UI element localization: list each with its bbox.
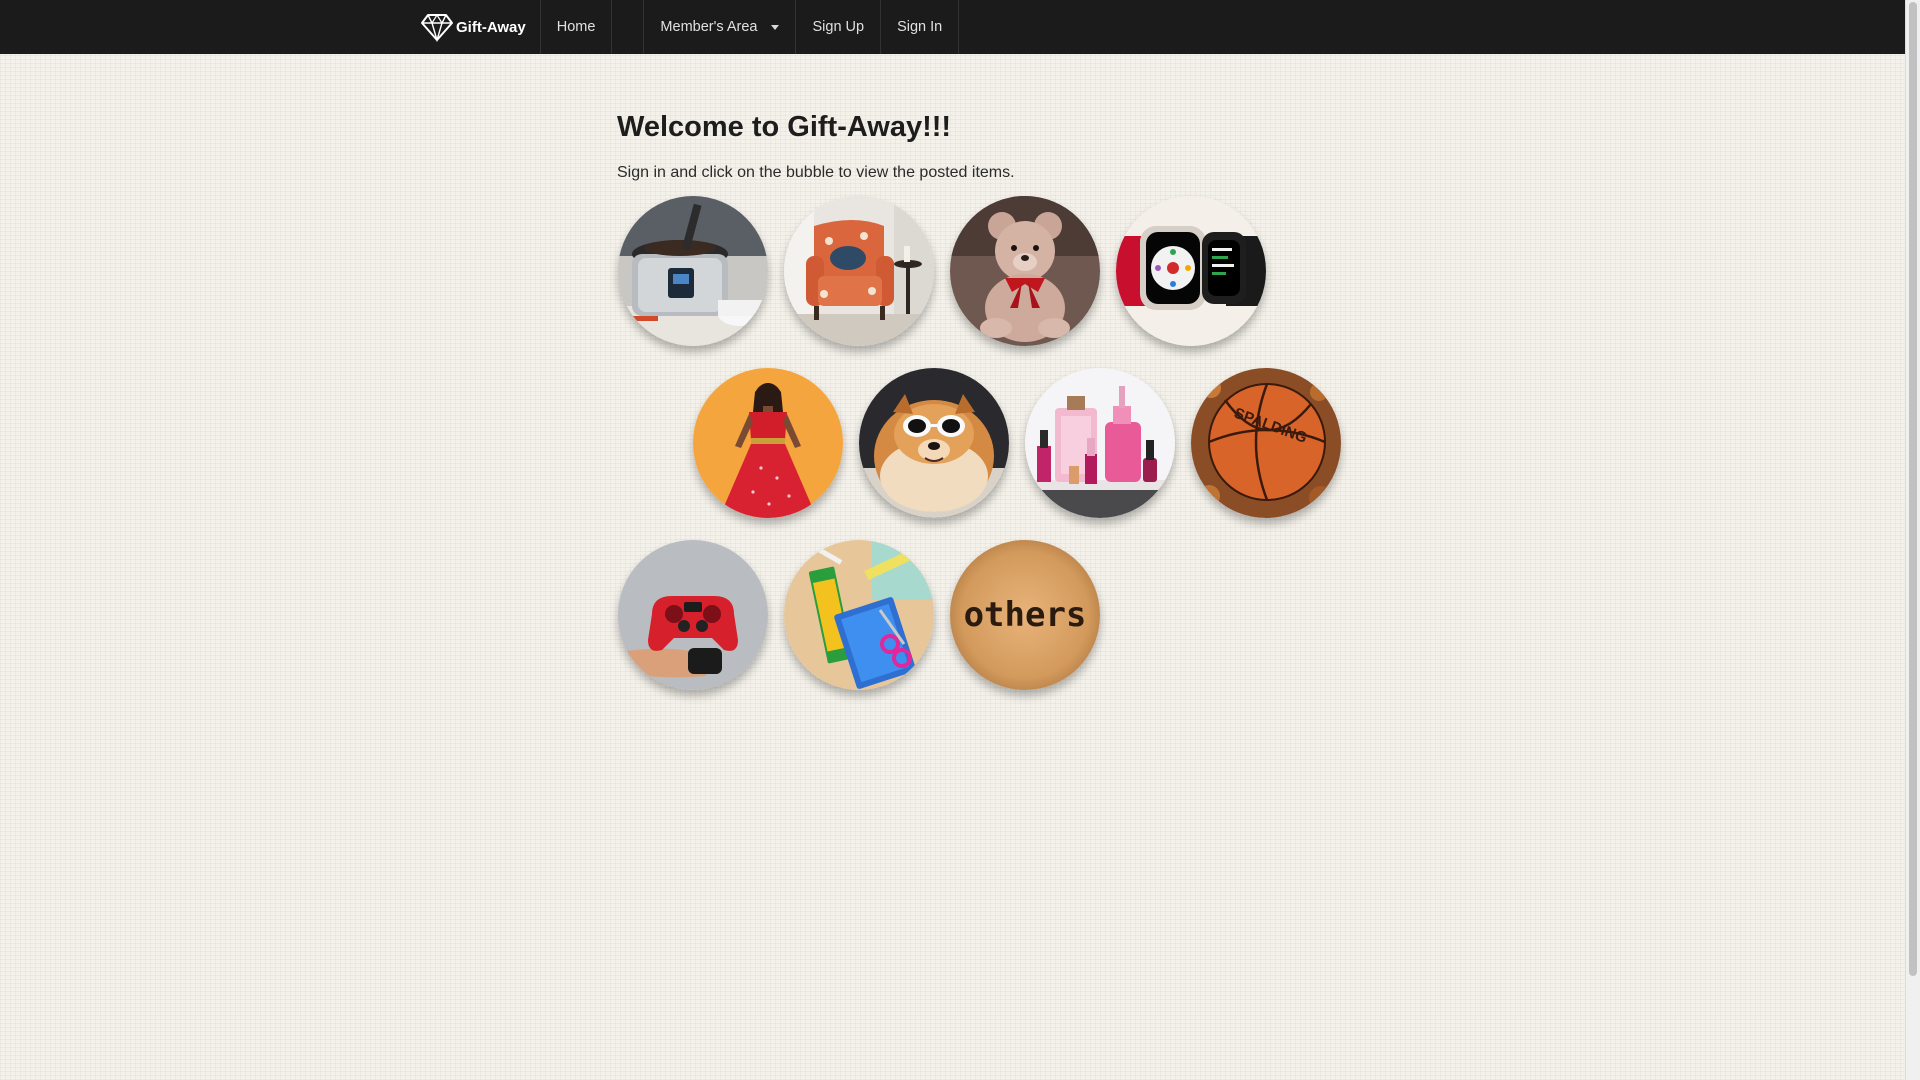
nav-members-area-label: Member's Area <box>660 19 758 35</box>
nav-home[interactable]: Home <box>541 0 613 54</box>
smartwatch-icon <box>1116 196 1266 346</box>
scrollbar-thumb[interactable] <box>1909 2 1917 976</box>
top-navbar: Gift-Away Home Member's Area Sign Up Sig… <box>0 0 1906 54</box>
bubble-armchair[interactable] <box>784 196 934 346</box>
nav-sign-up[interactable]: Sign Up <box>796 0 882 54</box>
game-controller-icon <box>618 540 768 690</box>
bubble-red-dress[interactable] <box>693 368 843 518</box>
bubble-basketball[interactable]: SPALDING <box>1191 368 1341 518</box>
brand-link[interactable]: Gift-Away <box>418 0 541 54</box>
nav-sign-in-label: Sign In <box>897 19 943 35</box>
pressure-cooker-icon <box>618 196 768 346</box>
main-content: Welcome to Gift-Away!!! Sign in and clic… <box>617 100 1337 192</box>
nav-sign-in[interactable]: Sign In <box>881 0 960 54</box>
bubble-dog[interactable] <box>859 368 1009 518</box>
nav-spacer <box>612 0 645 54</box>
nav-home-label: Home <box>556 19 596 35</box>
others-text: others <box>964 595 1087 635</box>
diamond-logo-icon <box>421 13 453 42</box>
nav-links: Gift-Away Home Member's Area Sign Up Sig… <box>418 0 960 54</box>
nav-sign-up-label: Sign Up <box>812 19 865 35</box>
bubble-school-supplies[interactable] <box>784 540 934 690</box>
red-dress-icon <box>693 368 843 518</box>
bubble-teddy-bear[interactable] <box>950 196 1100 346</box>
bubble-smartwatch[interactable] <box>1116 196 1266 346</box>
nav-members-area-dropdown[interactable]: Member's Area <box>644 0 797 54</box>
page-title: Welcome to Gift-Away!!! <box>617 111 952 143</box>
dog-icon <box>859 368 1009 518</box>
cosmetics-icon <box>1025 368 1175 518</box>
vertical-scrollbar[interactable] <box>1905 0 1920 1080</box>
brand-name: Gift-Away <box>456 18 526 36</box>
teddy-bear-icon <box>950 196 1100 346</box>
bubble-pressure-cooker[interactable] <box>618 196 768 346</box>
caret-down-icon <box>771 24 780 30</box>
school-supplies-icon <box>784 540 934 690</box>
bubble-game-controller[interactable] <box>618 540 768 690</box>
others-icon: others <box>950 540 1100 690</box>
bubble-cosmetics[interactable] <box>1025 368 1175 518</box>
bubble-others[interactable]: others <box>950 540 1100 690</box>
basketball-icon: SPALDING <box>1191 368 1341 518</box>
armchair-icon <box>784 196 934 346</box>
page-subtitle: Sign in and click on the bubble to view … <box>617 164 1015 181</box>
